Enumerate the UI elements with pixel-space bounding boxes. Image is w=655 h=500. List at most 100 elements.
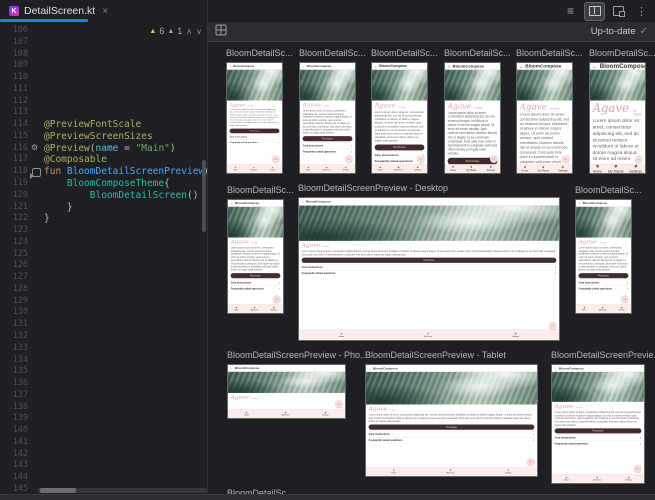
expandable-section: Frequently asked questions ∨	[302, 148, 353, 154]
code-token: ()	[187, 189, 199, 201]
prev-highlight-icon[interactable]: ∧	[186, 27, 192, 36]
line-number: 113	[12, 107, 28, 118]
app-top-bar: ← BloomCompose	[300, 63, 355, 70]
line-number: 126	[12, 260, 28, 271]
line-number: 136	[12, 378, 28, 389]
preview-thumbnail[interactable]: ← BloomCompose Agave · In stock Lorem ipsum d…	[575, 199, 632, 314]
nav-item: ♥ My Plants	[447, 469, 455, 474]
app-top-bar: ← BloomCompose	[576, 200, 631, 207]
code-text: @Composable	[44, 154, 107, 166]
nav-label: Settings	[486, 169, 495, 172]
chevron-down-icon: ∨	[532, 439, 535, 442]
gear-icon[interactable]: ⚙	[31, 143, 38, 153]
purchase-button: Purchase	[301, 257, 557, 263]
section-label: Frequently asked questions	[229, 141, 258, 144]
nav-label: Home	[339, 335, 344, 338]
dot-separator: ·	[245, 103, 247, 107]
plant-hero-image	[299, 205, 559, 241]
expandable-section: Frequently asked questions ∨	[554, 440, 642, 447]
code-line: 133	[0, 343, 207, 355]
plant-description: Lorem ipsum dolor sit amet, consectetur …	[302, 109, 353, 135]
fab-button: ✂	[561, 155, 570, 163]
preview-thumbnail[interactable]: ← BloomCompose Agave · In stock Lorem ipsum d…	[226, 62, 283, 174]
line-number: 109	[12, 60, 28, 71]
back-arrow-icon: ←	[230, 366, 234, 370]
code-view-icon[interactable]: ≡	[561, 3, 580, 20]
plant-name: Agave	[230, 238, 249, 246]
more-options-icon[interactable]: ⋮	[632, 3, 651, 20]
nav-item: ♥ My Plants	[599, 306, 607, 311]
nav-item: ♥ Home	[391, 469, 396, 474]
plant-title-row: Agave · In stock	[303, 102, 353, 108]
line-number: 106	[12, 25, 28, 35]
preview-thumbnail[interactable]: ← BloomCompose Agave · In stock Lorem ipsum d…	[365, 364, 538, 477]
code-token: name	[95, 142, 119, 154]
preview-thumbnail[interactable]: ← BloomCompose Agave · In stock Lorem ipsum d…	[227, 199, 284, 314]
plant-hero-image	[445, 69, 500, 101]
plant-title-row: Agave · In stock	[593, 102, 643, 117]
inspections-widget[interactable]: ▲ 6 ▲ 1 ∧ ∨	[149, 26, 202, 36]
code-text: fun BloomDetailScreenPreview(){	[44, 166, 207, 178]
design-glyph	[613, 6, 625, 17]
close-icon[interactable]: ×	[102, 6, 108, 17]
back-arrow-icon: ←	[554, 366, 558, 370]
line-number: 133	[12, 342, 28, 353]
tab-title: DetailScreen.kt	[24, 5, 96, 17]
line-number: 125	[12, 248, 28, 259]
dot-separator: ·	[249, 241, 251, 245]
app-top-bar: ← BloomCompose	[372, 63, 427, 70]
nav-label: My Plants	[394, 168, 404, 172]
line-number: 142	[12, 448, 28, 459]
code-text: @PreviewFontScale	[44, 119, 141, 131]
nav-item: ♥ Settings	[271, 306, 277, 311]
nav-item: ♥ Home	[339, 332, 344, 338]
grid-layout-icon[interactable]	[215, 23, 227, 41]
code-editor[interactable]: ▲ 6 ▲ 1 ∧ ∨ 106 107 108 109 110 111 112 113 114 @…	[0, 22, 207, 495]
nav-label: Home	[592, 169, 603, 173]
plant-hero-image	[372, 69, 427, 101]
preview-thumbnail[interactable]: ← BloomCompose Agave · In stock Lorem ipsum d…	[589, 62, 646, 174]
preview-canvas[interactable]: BloomDetailSc... ← BloomCompose Agave · In st…	[208, 42, 655, 495]
editor-horizontal-scrollbar[interactable]	[38, 488, 207, 493]
code-line: 117 @Composable	[0, 154, 207, 166]
preview-thumbnail[interactable]: ← BloomCompose Agave · In stock Lorem ipsum d…	[444, 62, 501, 174]
split-divider[interactable]	[207, 0, 208, 495]
preview-thumbnail[interactable]: ← BloomCompose Agave · In stock Lorem ipsum d…	[371, 62, 428, 174]
line-number: 134	[12, 354, 28, 365]
bloom-app-screen: ← BloomCompose Agave · In stock Lorem ipsum d…	[366, 365, 537, 476]
plant-title-row: Agave · In stock	[448, 102, 498, 110]
nav-item: ♥ Home	[378, 166, 383, 172]
nav-item: ♥ My Plants	[537, 165, 549, 172]
plant-name: Agave	[302, 101, 321, 109]
stock-label: In stock	[398, 106, 406, 109]
bottom-nav: ♥ Home ♥ My Plants ♥ Settings	[228, 409, 345, 418]
horizontal-scrollbar-thumb[interactable]	[40, 488, 76, 493]
line-number: 140	[12, 425, 28, 436]
preview-thumbnail[interactable]: ← BloomCompose Agave · In stock ✂ ♥ Home ♥ My Pla…	[227, 364, 346, 419]
preview-thumbnail[interactable]: ← BloomCompose Agave · In stock Lorem ipsum d…	[299, 62, 356, 174]
preview-thumbnail[interactable]: ← BloomCompose Agave · In stock Lorem ipsum d…	[298, 197, 560, 341]
weak-warning-count: 1	[177, 26, 183, 36]
editor-vertical-scrollbar[interactable]	[202, 160, 206, 232]
split-view-icon[interactable]	[584, 1, 605, 21]
fab-button: ✂	[634, 155, 643, 163]
run-preview-icon[interactable]	[30, 168, 41, 180]
nav-label: Settings	[322, 414, 329, 417]
nav-item: ♥ My Plants	[608, 164, 624, 173]
bottom-nav: ♥ Home ♥ My Plants ♥ Settings	[372, 164, 427, 173]
nav-label: Home	[234, 309, 239, 312]
preview-thumbnail[interactable]: ← BloomCompose Agave · In stock Lorem ipsum d…	[551, 364, 645, 484]
line-number: 144	[12, 472, 28, 483]
expandable-section: Frequently asked questions ∨	[301, 270, 557, 276]
next-highlight-icon[interactable]: ∨	[196, 27, 202, 36]
code-line: 115 @PreviewScreenSizes	[0, 131, 207, 143]
plant-hero-image	[590, 69, 645, 101]
preview-thumbnail[interactable]: ← BloomCompose Agave · In stock Lorem ipsum d…	[516, 62, 573, 174]
code-line: 119 BloomComposeTheme{	[0, 178, 207, 190]
design-view-icon[interactable]	[609, 3, 628, 20]
nav-item: ♥ My Plants	[250, 167, 257, 171]
nav-label: My Plants	[424, 335, 433, 338]
nav-item: ♥ Home	[521, 165, 528, 172]
nav-label: My Plants	[537, 169, 550, 173]
code-line: 129	[0, 296, 207, 308]
